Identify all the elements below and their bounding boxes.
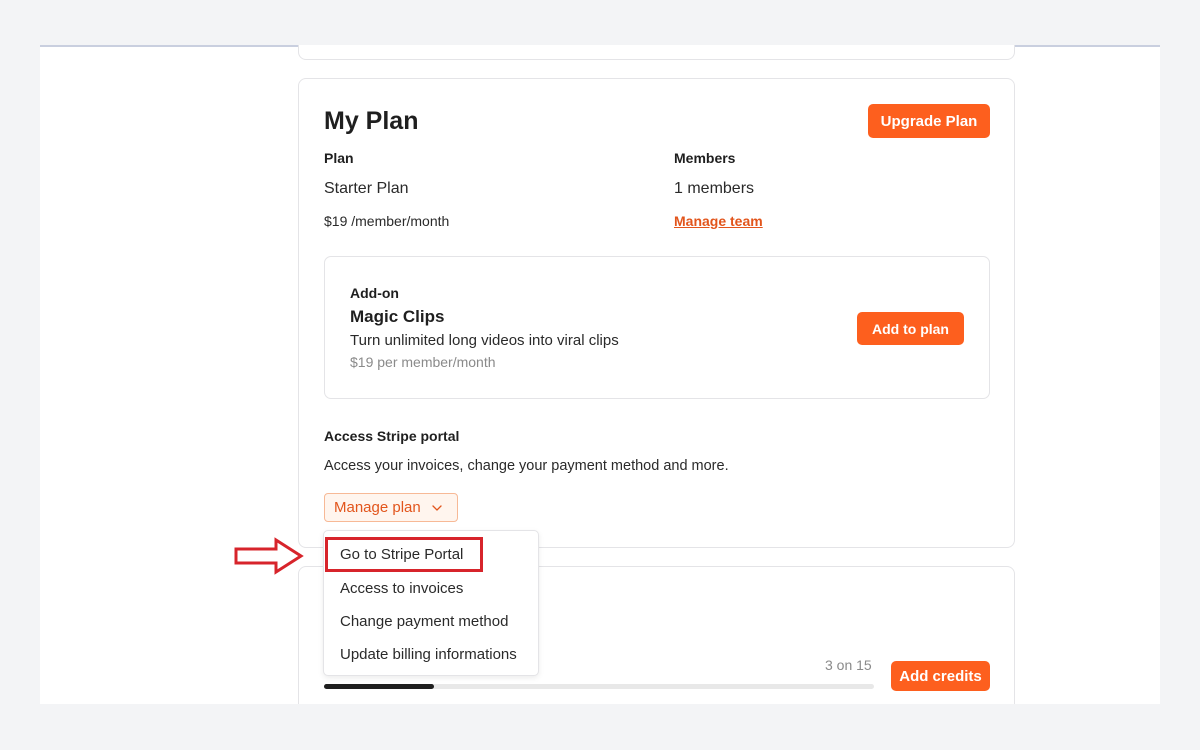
add-to-plan-button[interactable]: Add to plan <box>857 312 964 345</box>
menu-item-billing-info[interactable]: Update billing informations <box>340 646 517 663</box>
annotation-highlight-box <box>325 537 483 572</box>
addon-name: Magic Clips <box>350 307 445 326</box>
addon-card: Add-on Magic Clips Turn unlimited long v… <box>324 256 990 399</box>
manage-plan-dropdown-button[interactable]: Manage plan <box>324 493 458 522</box>
stripe-description: Access your invoices, change your paymen… <box>324 458 729 474</box>
stripe-heading: Access Stripe portal <box>324 428 460 444</box>
addon-price: $19 per member/month <box>350 354 496 370</box>
chevron-down-icon <box>432 504 442 511</box>
plan-card-title: My Plan <box>324 107 419 135</box>
my-plan-card: My Plan Upgrade Plan Plan Starter Plan $… <box>298 78 1015 548</box>
credits-progress-fill <box>324 684 434 689</box>
plan-price: $19 /member/month <box>324 213 450 229</box>
manage-team-link[interactable]: Manage team <box>674 213 763 229</box>
annotation-arrow-icon <box>234 537 304 575</box>
menu-item-payment-method[interactable]: Change payment method <box>340 613 508 630</box>
previous-card <box>298 45 1015 60</box>
upgrade-plan-button[interactable]: Upgrade Plan <box>868 104 990 138</box>
manage-plan-label: Manage plan <box>334 499 421 516</box>
members-label: Members <box>674 150 736 166</box>
menu-item-invoices[interactable]: Access to invoices <box>340 580 463 597</box>
credits-progress-track <box>324 684 874 689</box>
members-value: 1 members <box>674 180 755 197</box>
plan-name: Starter Plan <box>324 180 409 197</box>
add-credits-button[interactable]: Add credits <box>891 661 990 691</box>
app-frame: My Plan Upgrade Plan Plan Starter Plan $… <box>40 45 1160 704</box>
addon-kicker: Add-on <box>350 285 399 301</box>
plan-label: Plan <box>324 150 354 166</box>
credits-count: 3 on 15 <box>825 657 872 673</box>
addon-description: Turn unlimited long videos into viral cl… <box>350 332 619 349</box>
